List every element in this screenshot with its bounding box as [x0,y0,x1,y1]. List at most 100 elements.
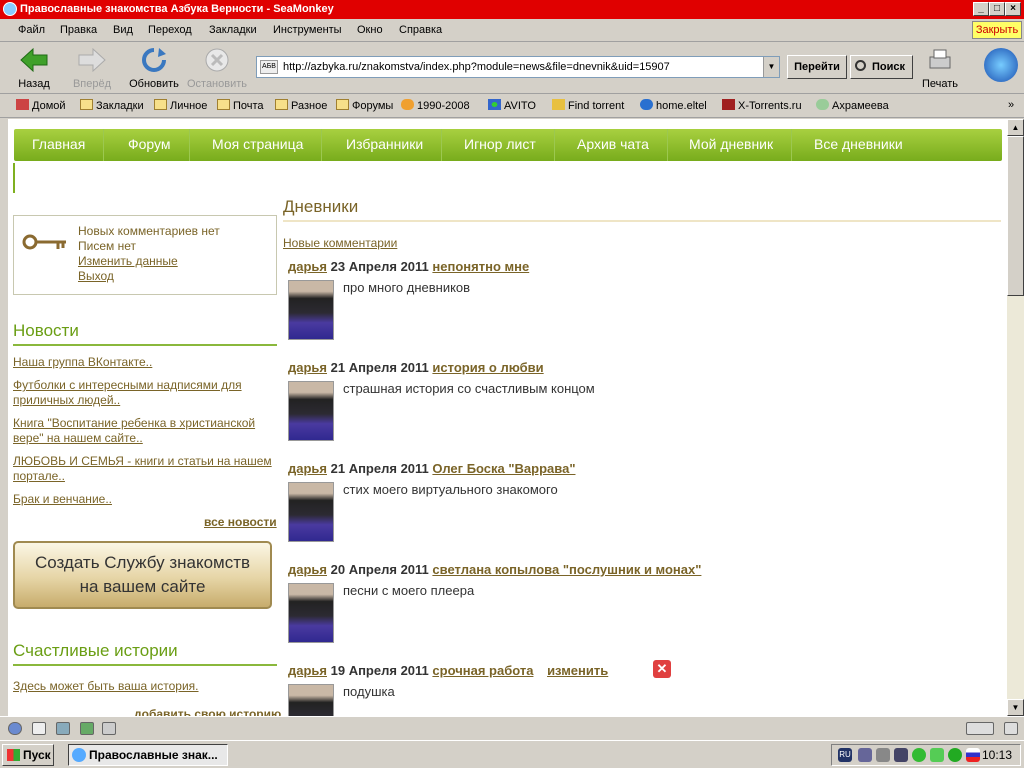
vertical-scrollbar[interactable]: ▲ ▼ [1007,119,1024,716]
folder-icon [336,99,349,110]
reload-icon [142,48,166,72]
monitor-icon[interactable] [894,748,908,762]
author-avatar[interactable] [288,583,334,643]
minimize-button[interactable]: _ [973,2,989,16]
new-comments-link[interactable]: Новые комментарии [283,236,397,250]
scroll-up-icon[interactable]: ▲ [1007,119,1024,136]
entry-author-link[interactable]: дарья [288,259,327,274]
your-story-link[interactable]: Здесь может быть ваша история. [13,679,277,694]
entry-title-link[interactable]: непонятно мне [432,259,529,274]
author-avatar[interactable] [288,280,334,340]
site-nav-chat-archive[interactable]: Архив чата [559,129,668,161]
bookmark-avito[interactable]: AVITO [488,99,536,112]
site-top-nav: Главная Форум Моя страница Избранники Иг… [14,129,1002,161]
bookmark-folder-personal[interactable]: Личное [154,99,207,112]
shield-icon[interactable] [930,748,944,762]
stop-button[interactable]: Остановить [186,46,248,90]
russian-flag-icon[interactable] [966,748,980,762]
scroll-down-icon[interactable]: ▼ [1007,699,1024,716]
taskbar-window-item[interactable]: Православные знак... [68,744,228,766]
site-nav-all-diaries[interactable]: Все дневники [796,129,921,161]
menu-tools[interactable]: Инструменты [273,24,342,36]
menu-edit[interactable]: Правка [60,24,97,36]
add-story-link[interactable]: добавить свою историю [134,707,281,716]
close-tab-button[interactable]: Закрыть [972,21,1022,39]
bookmarks-overflow-chevron-icon[interactable]: » [1008,99,1014,111]
bookmark-folder-mail[interactable]: Почта [217,99,264,112]
news-link[interactable]: ЛЮБОВЬ И СЕМЬЯ - книги и статьи на нашем… [13,454,277,484]
url-dropdown-icon[interactable]: ▼ [763,57,779,77]
author-avatar[interactable] [288,381,334,441]
news-link[interactable]: Футболки с интересными надписями для при… [13,378,277,408]
menu-file[interactable]: Файл [18,24,45,36]
all-news-link[interactable]: все новости [204,515,277,529]
printer-icon [929,49,951,69]
print-button[interactable]: Печать [918,46,962,90]
bookmark-home[interactable]: Домой [16,99,66,112]
entry-author-link[interactable]: дарья [288,663,327,678]
address-book-icon[interactable] [102,722,116,735]
composer-icon[interactable] [80,722,94,735]
url-bar[interactable]: АБВ http://azbyka.ru/znakomstva/index.ph… [256,56,780,78]
bookmark-home-eltel[interactable]: home.eltel [640,99,707,112]
menu-window[interactable]: Окно [357,24,383,36]
close-window-button[interactable]: × [1005,2,1021,16]
entry-author-link[interactable]: дарья [288,360,327,375]
site-nav-forum[interactable]: Форум [110,129,190,161]
delete-icon[interactable]: ✕ [653,660,671,678]
mail-icon[interactable] [32,722,46,735]
network-icon[interactable] [858,748,872,762]
back-button[interactable]: Назад [14,46,54,90]
navigator-icon[interactable] [8,722,22,735]
volume-icon[interactable] [876,748,890,762]
seamonkey-throbber-icon[interactable] [984,48,1018,82]
start-button[interactable]: Пуск [2,744,54,766]
site-nav-ignore-list[interactable]: Игнор лист [446,129,555,161]
diary-entry: дарья 23 Апреля 2011 непонятно мне про м… [288,259,988,359]
bookmark-folder-misc[interactable]: Разное [275,99,327,112]
entry-title-link[interactable]: история о любви [432,360,543,375]
news-link[interactable]: Брак и венчание.. [13,492,277,507]
news-link[interactable]: Наша группа ВКонтакте.. [13,355,277,370]
menu-bookmarks[interactable]: Закладки [209,24,257,36]
bookmark-find-torrent[interactable]: Find torrent [552,99,624,112]
bookmark-folder-forums[interactable]: Форумы [336,99,393,112]
entry-edit-link[interactable]: изменить [547,663,608,678]
go-button[interactable]: Перейти [787,55,847,79]
site-nav-my-page[interactable]: Моя страница [194,129,323,161]
entry-title-link[interactable]: Олег Боска "Варрава" [432,461,575,476]
create-dating-service-button[interactable]: Создать Службу знакомств на вашем сайте [13,541,272,609]
forward-arrow-icon [78,47,106,73]
entry-author-link[interactable]: дарья [288,461,327,476]
author-avatar[interactable] [288,684,334,716]
letters-status: Писем нет [78,239,136,253]
update-icon[interactable] [948,748,962,762]
site-nav-home[interactable]: Главная [14,129,105,161]
bookmark-folder-bookmarks[interactable]: Закладки [80,99,144,112]
logout-link[interactable]: Выход [78,269,114,283]
entry-author-link[interactable]: дарья [288,562,327,577]
entry-title-link[interactable]: светлана копылова "послушник и монах" [432,562,701,577]
chat-icon[interactable] [56,722,70,735]
bookmark-1990-2008[interactable]: 1990-2008 [401,99,470,112]
language-indicator[interactable]: RU [838,748,852,762]
news-link[interactable]: Книга "Воспитание ребенка в христианской… [13,416,277,446]
forward-button[interactable]: Вперёд [70,46,114,90]
url-text[interactable]: http://azbyka.ru/znakomstva/index.php?mo… [283,61,670,73]
menu-help[interactable]: Справка [399,24,442,36]
search-button[interactable]: Поиск [850,55,913,79]
entry-title-link[interactable]: срочная работа [432,663,533,678]
author-avatar[interactable] [288,482,334,542]
maximize-button[interactable]: □ [989,2,1005,16]
system-tray: RU 10:13 [831,744,1021,766]
scrollbar-thumb[interactable] [1007,136,1024,296]
antivirus-icon[interactable] [912,748,926,762]
site-nav-chosen[interactable]: Избранники [328,129,443,161]
menu-go[interactable]: Переход [148,24,192,36]
reload-button[interactable]: Обновить [128,46,180,90]
edit-profile-link[interactable]: Изменить данные [78,254,178,268]
bookmark-akhrameeva[interactable]: Ахрамеева [816,99,889,112]
menu-view[interactable]: Вид [113,24,133,36]
site-nav-my-diary[interactable]: Мой дневник [671,129,793,161]
bookmark-x-torrents[interactable]: X-Torrents.ru [722,99,802,112]
